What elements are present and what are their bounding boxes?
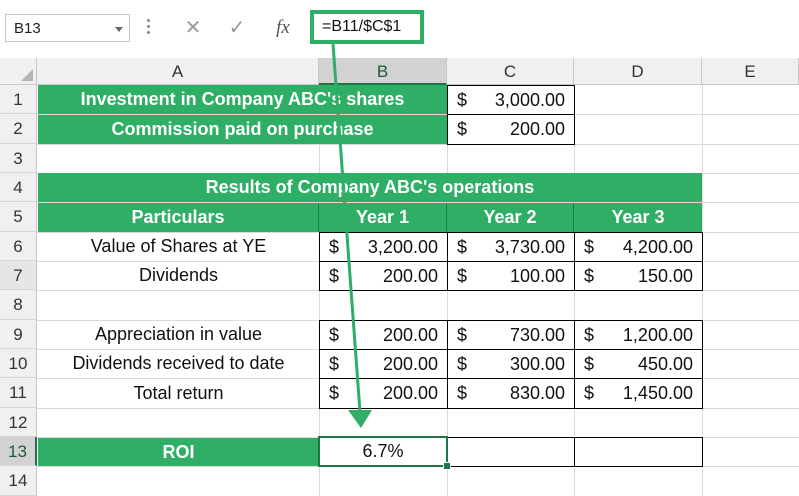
- currency-symbol: $: [329, 354, 340, 374]
- cell-d5[interactable]: Year 3: [574, 203, 702, 232]
- row-header-10[interactable]: 10: [0, 349, 37, 378]
- row-header-4[interactable]: 4: [0, 173, 37, 202]
- cell-c13[interactable]: [447, 437, 575, 467]
- name-box[interactable]: B13: [5, 14, 130, 42]
- cell-b10[interactable]: $ 200.00: [319, 349, 448, 379]
- row-header-13[interactable]: 13: [0, 437, 37, 466]
- cell-value: 3,000.00: [494, 90, 565, 110]
- cell-d9[interactable]: $ 1,200.00: [574, 320, 703, 350]
- cell-a5[interactable]: Particulars: [38, 203, 319, 232]
- name-box-value: B13: [14, 20, 41, 37]
- currency-symbol: $: [329, 383, 340, 403]
- cell-c11[interactable]: $ 830.00: [447, 378, 575, 409]
- cell-c10[interactable]: $ 300.00: [447, 349, 575, 379]
- cell-value: 450.00: [637, 354, 693, 374]
- cell-value: 200.00: [382, 354, 438, 374]
- currency-symbol: $: [457, 237, 468, 257]
- cell-a7[interactable]: Dividends: [38, 261, 319, 290]
- column-header-d[interactable]: D: [574, 58, 702, 85]
- row-header-3[interactable]: 3: [0, 144, 37, 173]
- currency-symbol: $: [584, 354, 595, 374]
- currency-symbol: $: [457, 354, 468, 374]
- row-header-7[interactable]: 7: [0, 261, 37, 290]
- cell-b5[interactable]: Year 1: [319, 203, 447, 232]
- cell-a1[interactable]: Investment in Company ABC's shares: [38, 85, 447, 114]
- cell-value: 1,200.00: [622, 325, 693, 345]
- cell-value: 100.00: [509, 266, 565, 286]
- insert-function-icon[interactable]: fx: [266, 14, 300, 42]
- active-cell-selection: [318, 436, 448, 467]
- row-header-5[interactable]: 5: [0, 202, 37, 232]
- currency-symbol: $: [457, 325, 468, 345]
- cell-d10[interactable]: $ 450.00: [574, 349, 703, 379]
- cell-c5[interactable]: Year 2: [447, 203, 574, 232]
- cell-c9[interactable]: $ 730.00: [447, 320, 575, 350]
- cell-d6[interactable]: $ 4,200.00: [574, 232, 703, 262]
- column-header-e[interactable]: E: [702, 58, 799, 85]
- cell-a2[interactable]: Commission paid on purchase: [38, 115, 447, 144]
- cell-value: 300.00: [509, 354, 565, 374]
- cell-value: 4,200.00: [622, 237, 693, 257]
- row-header-12[interactable]: 12: [0, 408, 37, 437]
- cell-b11[interactable]: $ 200.00: [319, 378, 448, 409]
- currency-symbol: $: [457, 383, 468, 403]
- cell-c1[interactable]: $ 3,000.00: [447, 85, 575, 115]
- currency-symbol: $: [329, 266, 340, 286]
- row-header-11[interactable]: 11: [0, 378, 37, 408]
- column-header-c[interactable]: C: [447, 58, 574, 85]
- cell-b9[interactable]: $ 200.00: [319, 320, 448, 350]
- row-header-8[interactable]: 8: [0, 290, 37, 320]
- drag-handle-icon[interactable]: [147, 16, 151, 38]
- formula-bar: B13 ✕ ✓ fx =B11/$C$1: [0, 0, 799, 59]
- currency-symbol: $: [584, 266, 595, 286]
- cell-c6[interactable]: $ 3,730.00: [447, 232, 575, 262]
- cell-c7[interactable]: $ 100.00: [447, 261, 575, 291]
- cell-c2[interactable]: $ 200.00: [447, 114, 575, 145]
- cell-d7[interactable]: $ 150.00: [574, 261, 703, 291]
- row-header-2[interactable]: 2: [0, 114, 37, 144]
- currency-symbol: $: [457, 119, 468, 139]
- row-header-9[interactable]: 9: [0, 320, 37, 349]
- cell-value: 150.00: [637, 266, 693, 286]
- currency-symbol: $: [584, 325, 595, 345]
- cell-value: 3,200.00: [367, 237, 438, 257]
- cell-value: 200.00: [382, 266, 438, 286]
- cell-value: 830.00: [509, 383, 565, 403]
- currency-symbol: $: [584, 237, 595, 257]
- cell-a11[interactable]: Total return: [38, 378, 319, 408]
- currency-symbol: $: [329, 237, 340, 257]
- currency-symbol: $: [329, 325, 340, 345]
- currency-symbol: $: [457, 90, 468, 110]
- cell-b7[interactable]: $ 200.00: [319, 261, 448, 291]
- currency-symbol: $: [457, 266, 468, 286]
- cell-d13[interactable]: [574, 437, 703, 467]
- cell-a10[interactable]: Dividends received to date: [38, 349, 319, 378]
- fill-handle[interactable]: [443, 462, 451, 470]
- cell-b6[interactable]: $ 3,200.00: [319, 232, 448, 262]
- spreadsheet-window: B13 ✕ ✓ fx =B11/$C$1 A B C D E 1 2 3 4 5…: [0, 0, 799, 496]
- cell-value: 3,730.00: [494, 237, 565, 257]
- checkmark-icon[interactable]: ✓: [220, 14, 254, 42]
- cell-value: 1,450.00: [622, 383, 693, 403]
- cell-a6[interactable]: Value of Shares at YE: [38, 232, 319, 261]
- cell-value: 200.00: [509, 119, 565, 139]
- worksheet-grid: A B C D E 1 2 3 4 5 6 7 8 9 10 11 12 13 …: [0, 58, 799, 496]
- row-header-1[interactable]: 1: [0, 85, 37, 114]
- select-all-corner[interactable]: [0, 58, 37, 85]
- column-header-a[interactable]: A: [37, 58, 319, 85]
- cell-value: 200.00: [382, 383, 438, 403]
- row-header-6[interactable]: 6: [0, 232, 37, 261]
- cell-a4[interactable]: Results of Company ABC's operations: [38, 173, 702, 202]
- currency-symbol: $: [584, 383, 595, 403]
- cell-a9[interactable]: Appreciation in value: [38, 320, 319, 349]
- name-box-dropdown-icon[interactable]: [115, 27, 123, 32]
- cell-a13[interactable]: ROI: [38, 438, 319, 466]
- cell-value: 730.00: [509, 325, 565, 345]
- cancel-x-icon[interactable]: ✕: [176, 14, 210, 42]
- formula-text: =B11/$C$1: [322, 18, 402, 35]
- row-header-14[interactable]: 14: [0, 466, 37, 496]
- cell-value: 200.00: [382, 325, 438, 345]
- column-header-b[interactable]: B: [319, 58, 447, 85]
- cell-d11[interactable]: $ 1,450.00: [574, 378, 703, 409]
